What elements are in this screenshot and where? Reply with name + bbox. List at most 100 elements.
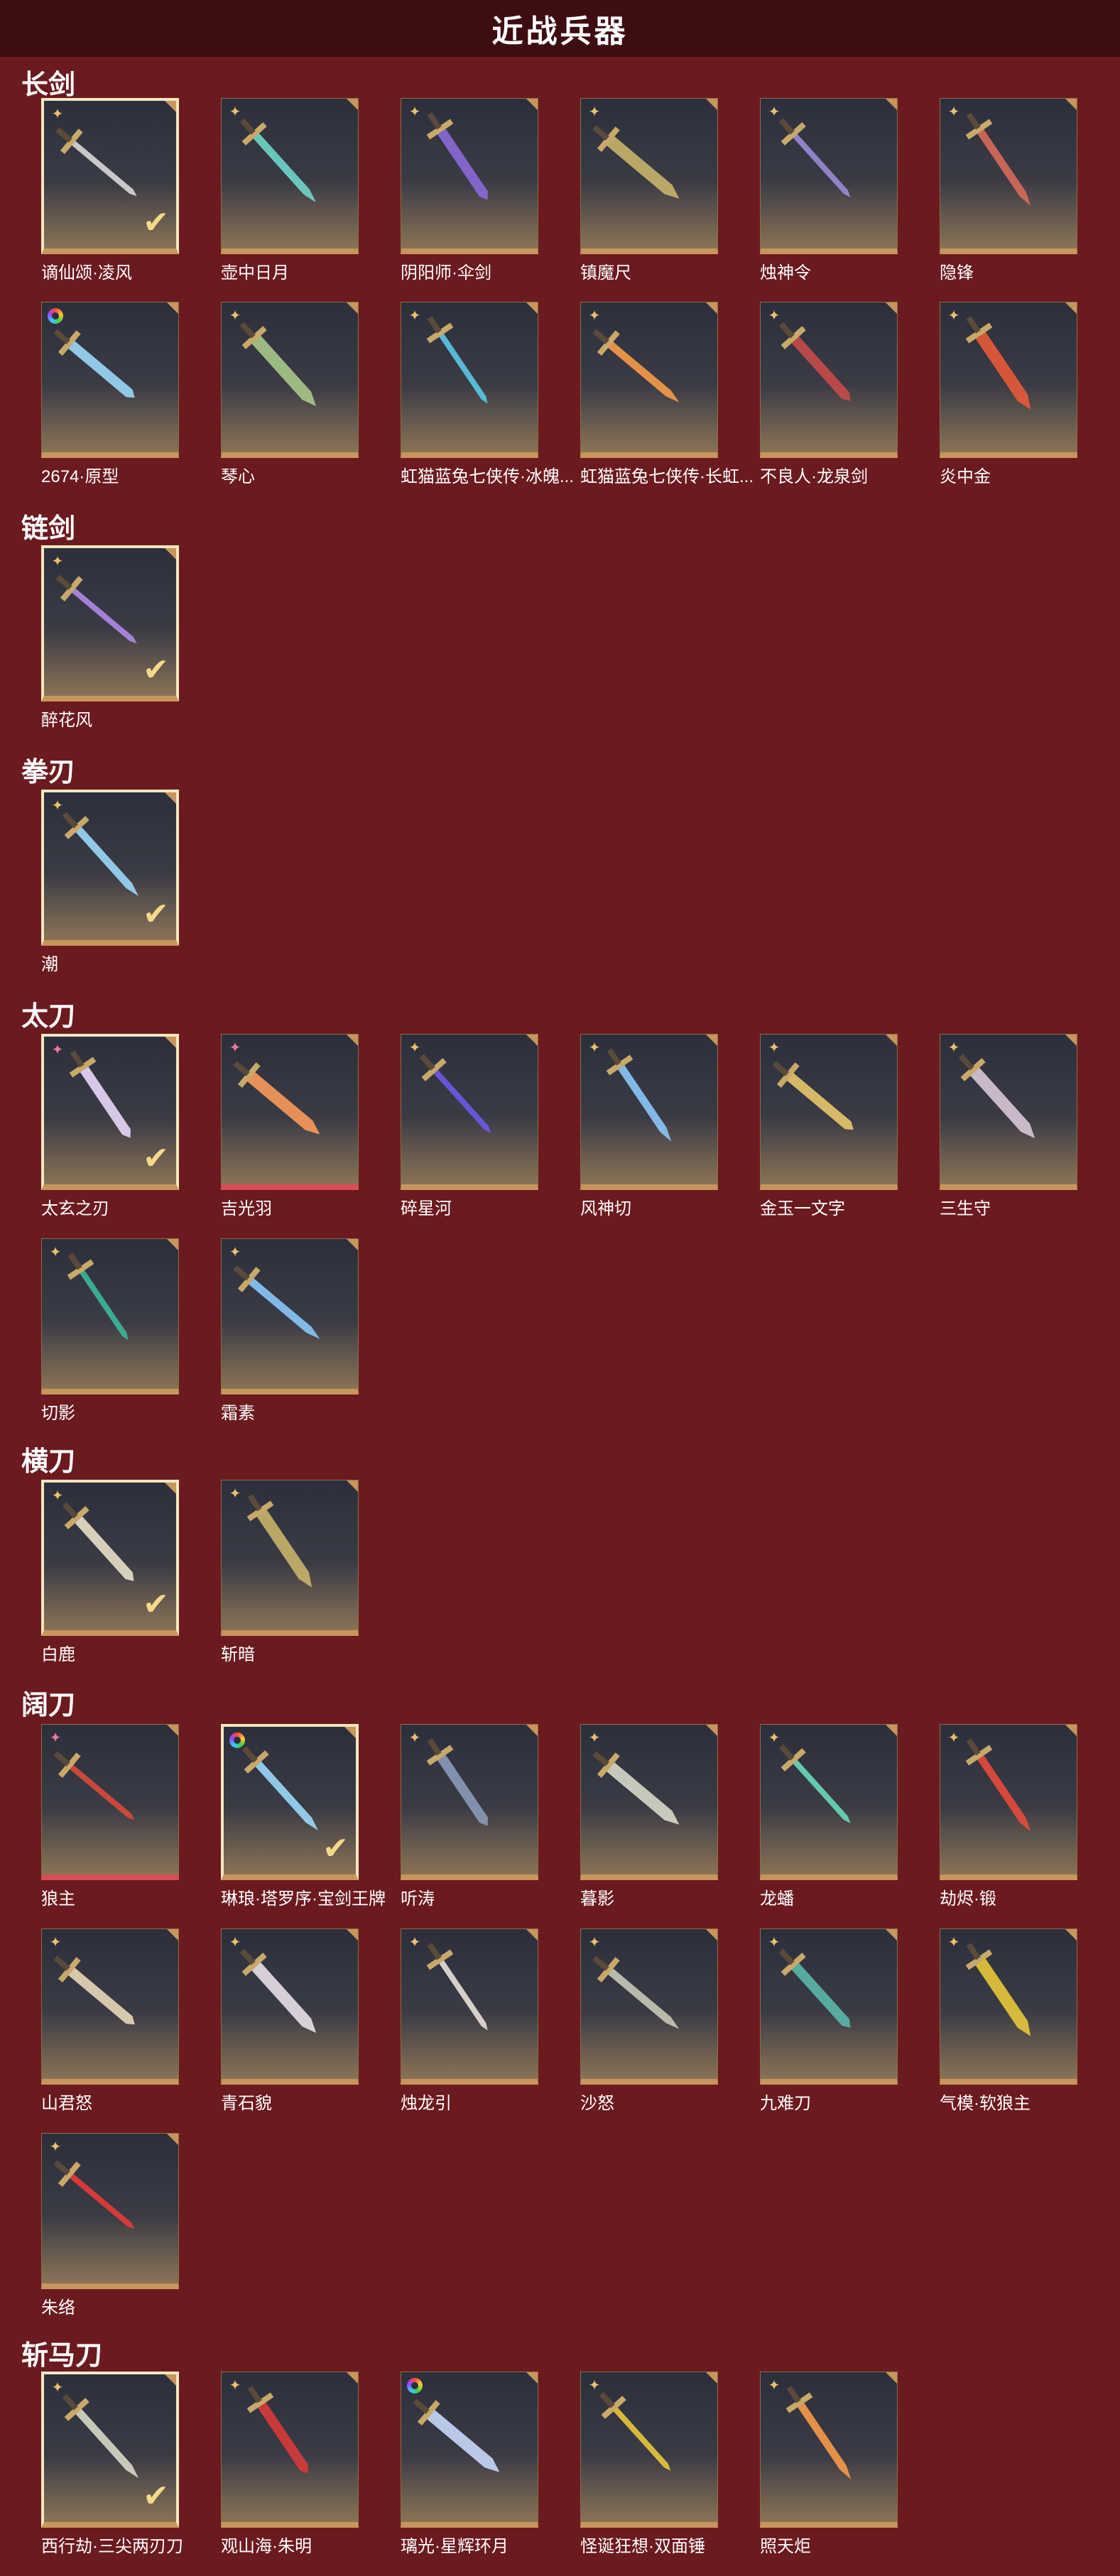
weapon-name: 朱络: [41, 2298, 75, 2318]
weapon-thumbnail[interactable]: ✦: [221, 98, 359, 254]
corner-marker: [706, 1035, 717, 1046]
weapon-card[interactable]: ✦ 烛龙引: [401, 1928, 538, 2133]
weapon-thumbnail[interactable]: ✦: [760, 98, 898, 254]
weapon-thumbnail[interactable]: ✦: [41, 1724, 179, 1880]
weapon-thumbnail[interactable]: ✦ ✔: [41, 1034, 179, 1190]
weapon-card[interactable]: ✦ 霜素: [221, 1238, 359, 1443]
weapon-thumbnail[interactable]: ✦: [580, 1724, 718, 1880]
weapon-card[interactable]: ✦ 碎星河: [401, 1034, 538, 1238]
weapon-card[interactable]: ✦ 不良人·龙泉剑: [760, 302, 898, 506]
weapon-card[interactable]: 2674·原型: [41, 302, 179, 506]
weapon-card[interactable]: ✦ ✔ 白鹿: [41, 1480, 179, 1684]
weapon-card[interactable]: ✦ 暮影: [580, 1724, 718, 1928]
weapon-card[interactable]: ✦ 劫烬·锻: [940, 1724, 1077, 1928]
weapon-thumbnail[interactable]: ✦: [940, 302, 1077, 458]
weapon-thumbnail[interactable]: ✦ ✔: [41, 1480, 179, 1636]
weapon-card[interactable]: ✦ 隐锋: [940, 98, 1077, 302]
weapon-card[interactable]: ✦ 壶中日月: [221, 98, 359, 302]
weapon-thumbnail[interactable]: ✦: [221, 1034, 359, 1190]
weapon-card[interactable]: ✦ 镇魔尺: [580, 98, 718, 302]
weapon-card[interactable]: ✦ 虹猫蓝兔七侠传·冰魄...: [401, 302, 574, 506]
weapon-card[interactable]: ✦ 龙蟠: [760, 1724, 898, 1928]
weapon-thumbnail[interactable]: ✦: [760, 2372, 898, 2528]
weapon-card[interactable]: ✦ 金玉一文字: [760, 1034, 898, 1238]
weapon-thumbnail[interactable]: ✔: [221, 1724, 359, 1880]
weapon-thumbnail[interactable]: ✦: [41, 1928, 179, 2085]
gold-star-icon: ✦: [947, 1040, 960, 1056]
weapon-thumbnail[interactable]: ✦: [940, 1724, 1077, 1880]
weapon-image: [772, 1061, 854, 1130]
weapon-thumbnail[interactable]: ✦: [940, 1034, 1077, 1190]
weapon-card[interactable]: ✦ 阴阳师·伞剑: [401, 98, 538, 302]
weapon-thumbnail[interactable]: ✦: [940, 98, 1077, 254]
weapon-card[interactable]: ✦ 狼主: [41, 1724, 179, 1928]
weapon-card[interactable]: ✦ 青石貌: [221, 1928, 359, 2133]
weapon-card[interactable]: ✔ 琳琅·塔罗序·宝剑王牌: [221, 1724, 386, 1928]
weapon-image: [592, 125, 680, 199]
weapon-thumbnail[interactable]: ✦: [221, 302, 359, 458]
corner-marker: [167, 1725, 178, 1736]
weapon-card[interactable]: ✦ 切影: [41, 1238, 179, 1443]
weapon-thumbnail[interactable]: ✦: [580, 1928, 718, 2085]
gold-star-icon: ✦: [588, 1730, 601, 1746]
weapon-thumbnail[interactable]: ✦: [401, 302, 538, 458]
weapon-card[interactable]: ✦ 烛神令: [760, 98, 898, 302]
weapon-thumbnail[interactable]: ✦: [760, 302, 898, 458]
weapon-thumbnail[interactable]: ✦: [41, 1238, 179, 1395]
weapon-thumbnail[interactable]: ✦ ✔: [41, 2372, 179, 2528]
weapon-card[interactable]: ✦ 炎中金: [940, 302, 1077, 506]
weapon-name: 虹猫蓝兔七侠传·冰魄...: [401, 467, 574, 486]
weapon-thumbnail[interactable]: ✦: [401, 98, 538, 254]
pink-star-icon: ✦: [49, 1730, 62, 1746]
weapon-thumbnail[interactable]: ✦: [401, 1034, 538, 1190]
weapon-thumbnail[interactable]: ✦: [760, 1928, 898, 2085]
weapon-card[interactable]: ✦ 气模·软狼主: [940, 1928, 1077, 2133]
weapon-name: 沙怒: [580, 2094, 614, 2113]
weapon-thumbnail[interactable]: ✦: [221, 1928, 359, 2085]
weapon-card[interactable]: ✦ 怪诞狂想·双面锤: [580, 2372, 718, 2576]
weapon-card[interactable]: ✦ 吉光羽: [221, 1034, 359, 1238]
weapon-thumbnail[interactable]: ✦: [580, 302, 718, 458]
weapon-card[interactable]: ✦ 观山海·朱明: [221, 2372, 359, 2576]
weapon-card[interactable]: ✦ 风神切: [580, 1034, 718, 1238]
weapon-card[interactable]: ✦ 九难刀: [760, 1928, 898, 2133]
weapon-thumbnail[interactable]: ✦ ✔: [41, 545, 179, 702]
corner-marker: [165, 1483, 176, 1494]
gold-star-icon: ✦: [768, 308, 781, 324]
weapon-thumbnail[interactable]: ✦ ✔: [41, 790, 179, 946]
weapon-card[interactable]: ✦ ✔ 太玄之刃: [41, 1034, 179, 1238]
weapon-card[interactable]: ✦ 琴心: [221, 302, 359, 506]
weapon-thumbnail[interactable]: ✦: [760, 1034, 898, 1190]
weapon-thumbnail[interactable]: ✦: [401, 1928, 538, 2085]
weapon-card[interactable]: ✦ 山君怒: [41, 1928, 179, 2133]
weapon-name: 西行劫·三尖两刃刀: [41, 2537, 183, 2556]
weapon-card[interactable]: 璃光·星辉环月: [401, 2372, 538, 2576]
corner-marker: [1065, 302, 1077, 314]
weapon-thumbnail[interactable]: ✦: [41, 2133, 179, 2289]
weapon-card[interactable]: ✦ 虹猫蓝兔七侠传·长虹...: [580, 302, 754, 506]
weapon-image: [239, 322, 317, 407]
weapon-thumbnail[interactable]: ✦: [580, 1034, 718, 1190]
weapon-thumbnail[interactable]: ✦ ✔: [41, 98, 179, 254]
weapon-image: [778, 1948, 851, 2028]
weapon-card[interactable]: ✦ 照天炬: [760, 2372, 898, 2576]
weapon-thumbnail[interactable]: ✦: [580, 2372, 718, 2528]
weapon-card[interactable]: ✦ 朱络: [41, 2133, 179, 2337]
weapon-card[interactable]: ✦ ✔ 醉花风: [41, 545, 179, 750]
weapon-thumbnail[interactable]: ✦: [221, 1238, 359, 1395]
weapon-card[interactable]: ✦ ✔ 西行劫·三尖两刃刀: [41, 2372, 183, 2576]
weapon-thumbnail[interactable]: ✦: [221, 2372, 359, 2528]
weapon-card[interactable]: ✦ ✔ 潮: [41, 790, 179, 994]
weapon-thumbnail[interactable]: ✦: [940, 1928, 1077, 2085]
weapon-thumbnail[interactable]: ✦: [221, 1480, 359, 1636]
weapon-card[interactable]: ✦ ✔ 谪仙颂·凌风: [41, 98, 179, 302]
weapon-thumbnail[interactable]: ✦: [580, 98, 718, 254]
weapon-thumbnail[interactable]: [401, 2372, 538, 2528]
weapon-thumbnail[interactable]: ✦: [760, 1724, 898, 1880]
weapon-card[interactable]: ✦ 听涛: [401, 1724, 538, 1928]
weapon-card[interactable]: ✦ 斩暗: [221, 1480, 359, 1684]
weapon-card[interactable]: ✦ 沙怒: [580, 1928, 718, 2133]
weapon-card[interactable]: ✦ 三生守: [940, 1034, 1077, 1238]
weapon-thumbnail[interactable]: [41, 302, 179, 458]
weapon-thumbnail[interactable]: ✦: [401, 1724, 538, 1880]
